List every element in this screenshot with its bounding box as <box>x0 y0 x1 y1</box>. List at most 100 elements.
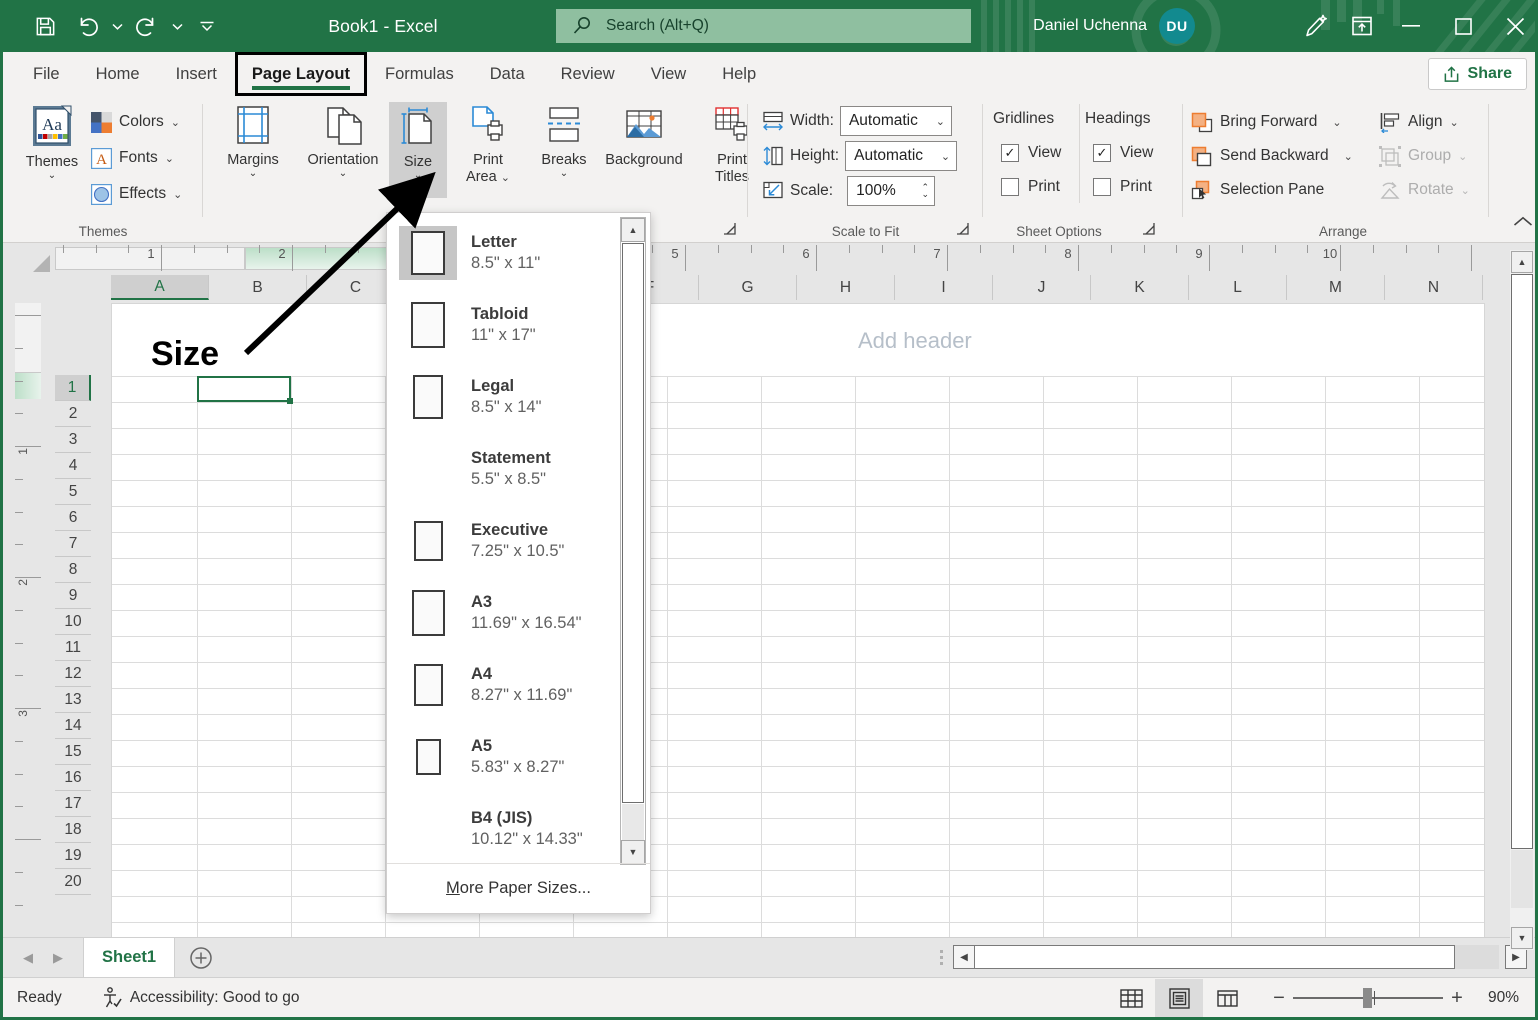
tab-review[interactable]: Review <box>543 52 633 96</box>
margins-chevron-icon[interactable]: ⌄ <box>249 169 257 179</box>
active-cell-a1[interactable] <box>197 376 291 402</box>
scroll-left-icon[interactable]: ◀ <box>953 945 975 969</box>
dropdown-scrollbar-thumb[interactable] <box>622 243 644 803</box>
vertical-scrollbar[interactable]: ▲ ▼ <box>1510 250 1534 950</box>
paper-size-item[interactable]: Tabloid11" x 17" <box>387 289 634 361</box>
tab-help[interactable]: Help <box>704 52 774 96</box>
row-header-13[interactable]: 13 <box>55 687 91 713</box>
row-header-8[interactable]: 8 <box>55 557 91 583</box>
ink-pen-icon[interactable] <box>1293 0 1339 52</box>
column-header-l[interactable]: L <box>1189 275 1287 300</box>
avatar[interactable]: DU <box>1159 8 1195 44</box>
orientation-button[interactable]: Orientation ⌄ <box>299 104 387 179</box>
add-header-placeholder[interactable]: Add header <box>858 328 972 354</box>
effects-chevron-icon[interactable]: ⌄ <box>173 188 182 201</box>
redo-dropdown-chevron-icon[interactable] <box>169 7 185 45</box>
fonts-chevron-icon[interactable]: ⌄ <box>165 152 174 165</box>
undo-dropdown-chevron-icon[interactable] <box>109 7 125 45</box>
zoom-out-button[interactable]: − <box>1265 987 1293 1010</box>
scale-spinner[interactable]: 100% ⌃⌄ <box>847 176 935 206</box>
print-area-chevron-icon[interactable]: ⌄ <box>501 172 510 184</box>
column-header-h[interactable]: H <box>797 275 895 300</box>
scale-spinner-arrows-icon[interactable]: ⌃⌄ <box>922 184 930 198</box>
paper-size-item[interactable]: Statement5.5" x 8.5" <box>387 433 634 505</box>
sheet-options-dialog-launcher[interactable] <box>1141 221 1157 237</box>
previous-sheet-icon[interactable]: ◀ <box>23 950 33 966</box>
minimize-button[interactable] <box>1385 0 1437 52</box>
paper-size-item[interactable]: Executive7.25" x 10.5" <box>387 505 634 577</box>
zoom-slider-thumb[interactable] <box>1363 988 1372 1008</box>
tab-formulas[interactable]: Formulas <box>367 52 472 96</box>
column-header-j[interactable]: J <box>993 275 1091 300</box>
share-button[interactable]: Share <box>1428 58 1527 90</box>
select-all-corner[interactable] <box>3 243 55 295</box>
customize-quick-access-icon[interactable] <box>187 7 227 45</box>
paper-size-item[interactable]: B4 (JIS)10.12" x 14.33" <box>387 793 634 865</box>
paper-size-list[interactable]: Letter8.5" x 11"Tabloid11" x 17"Legal8.5… <box>387 217 634 865</box>
background-button[interactable]: Background <box>589 104 699 169</box>
fonts-button[interactable]: A Fonts ⌄ <box>91 142 174 174</box>
column-header-n[interactable]: N <box>1385 275 1483 300</box>
headings-view-checkbox[interactable]: ✓ View <box>1093 144 1153 162</box>
horizontal-scrollbar[interactable]: ◀ ▶ <box>929 937 1529 977</box>
account-area[interactable]: Daniel Uchenna DU <box>1033 0 1195 52</box>
row-header-18[interactable]: 18 <box>55 817 91 843</box>
row-header-19[interactable]: 19 <box>55 843 91 869</box>
close-button[interactable] <box>1489 0 1538 52</box>
zoom-slider[interactable] <box>1293 988 1443 1008</box>
row-header-12[interactable]: 12 <box>55 661 91 687</box>
row-header-10[interactable]: 10 <box>55 609 91 635</box>
column-header-m[interactable]: M <box>1287 275 1385 300</box>
tab-home[interactable]: Home <box>78 52 158 96</box>
redo-icon[interactable] <box>127 7 167 45</box>
send-backward-chevron-icon[interactable]: ⌄ <box>1344 150 1353 163</box>
normal-view-icon[interactable] <box>1107 979 1155 1017</box>
zoom-in-button[interactable]: + <box>1443 987 1471 1010</box>
align-chevron-icon[interactable]: ⌄ <box>1449 116 1458 129</box>
colors-button[interactable]: Colors ⌄ <box>91 106 180 138</box>
save-icon[interactable] <box>25 7 65 45</box>
column-header-a[interactable]: A <box>111 275 209 300</box>
ribbon-display-options-icon[interactable] <box>1339 0 1385 52</box>
tab-file[interactable]: File <box>15 52 78 96</box>
tab-page-layout[interactable]: Page Layout <box>235 52 367 96</box>
tab-data[interactable]: Data <box>472 52 543 96</box>
undo-icon[interactable] <box>67 7 107 45</box>
dropdown-scrollbar[interactable]: ▲ ▼ <box>620 217 646 865</box>
size-button[interactable]: Size ⌄ <box>389 102 447 198</box>
add-sheet-icon[interactable] <box>175 938 227 978</box>
align-button[interactable]: Align ⌄ <box>1379 106 1459 138</box>
bring-forward-chevron-icon[interactable]: ⌄ <box>1332 116 1341 129</box>
horizontal-scrollbar-track[interactable] <box>1455 945 1499 969</box>
zoom-control[interactable]: − + 90% <box>1251 987 1529 1010</box>
row-header-4[interactable]: 4 <box>55 453 91 479</box>
page-break-preview-icon[interactable] <box>1203 979 1251 1017</box>
page-layout-view-icon[interactable] <box>1155 979 1203 1017</box>
size-dropdown-menu[interactable]: Letter8.5" x 11"Tabloid11" x 17"Legal8.5… <box>386 212 651 914</box>
cell-grid[interactable] <box>112 376 1484 955</box>
sheet-navigation[interactable]: ◀ ▶ <box>3 950 83 966</box>
vertical-scrollbar-thumb[interactable] <box>1511 274 1533 849</box>
column-header-b[interactable]: B <box>209 275 307 300</box>
row-header-3[interactable]: 3 <box>55 427 91 453</box>
scroll-down-icon[interactable]: ▼ <box>621 840 645 864</box>
scroll-down-icon[interactable]: ▼ <box>1511 927 1533 949</box>
sheet-tab-sheet1[interactable]: Sheet1 <box>83 938 175 978</box>
next-sheet-icon[interactable]: ▶ <box>53 950 63 966</box>
row-header-2[interactable]: 2 <box>55 401 91 427</box>
row-header-16[interactable]: 16 <box>55 765 91 791</box>
row-header-20[interactable]: 20 <box>55 869 91 895</box>
headings-print-checkbox[interactable]: Print <box>1093 178 1152 196</box>
paper-size-item[interactable]: A55.83" x 8.27" <box>387 721 634 793</box>
row-header-1[interactable]: 1 <box>55 375 91 401</box>
height-combobox[interactable]: Automatic ⌄ <box>845 141 957 171</box>
effects-button[interactable]: Effects ⌄ <box>91 178 182 210</box>
dropdown-scrollbar-track[interactable] <box>622 804 644 840</box>
row-header-14[interactable]: 14 <box>55 713 91 739</box>
send-backward-button[interactable]: Send Backward ⌄ <box>1191 140 1353 172</box>
breaks-chevron-icon[interactable]: ⌄ <box>560 169 568 179</box>
row-header-5[interactable]: 5 <box>55 479 91 505</box>
scrollbar-split-grip[interactable] <box>929 950 953 965</box>
margins-button[interactable]: Margins ⌄ <box>216 104 290 179</box>
collapse-ribbon-button[interactable] <box>1513 214 1533 231</box>
